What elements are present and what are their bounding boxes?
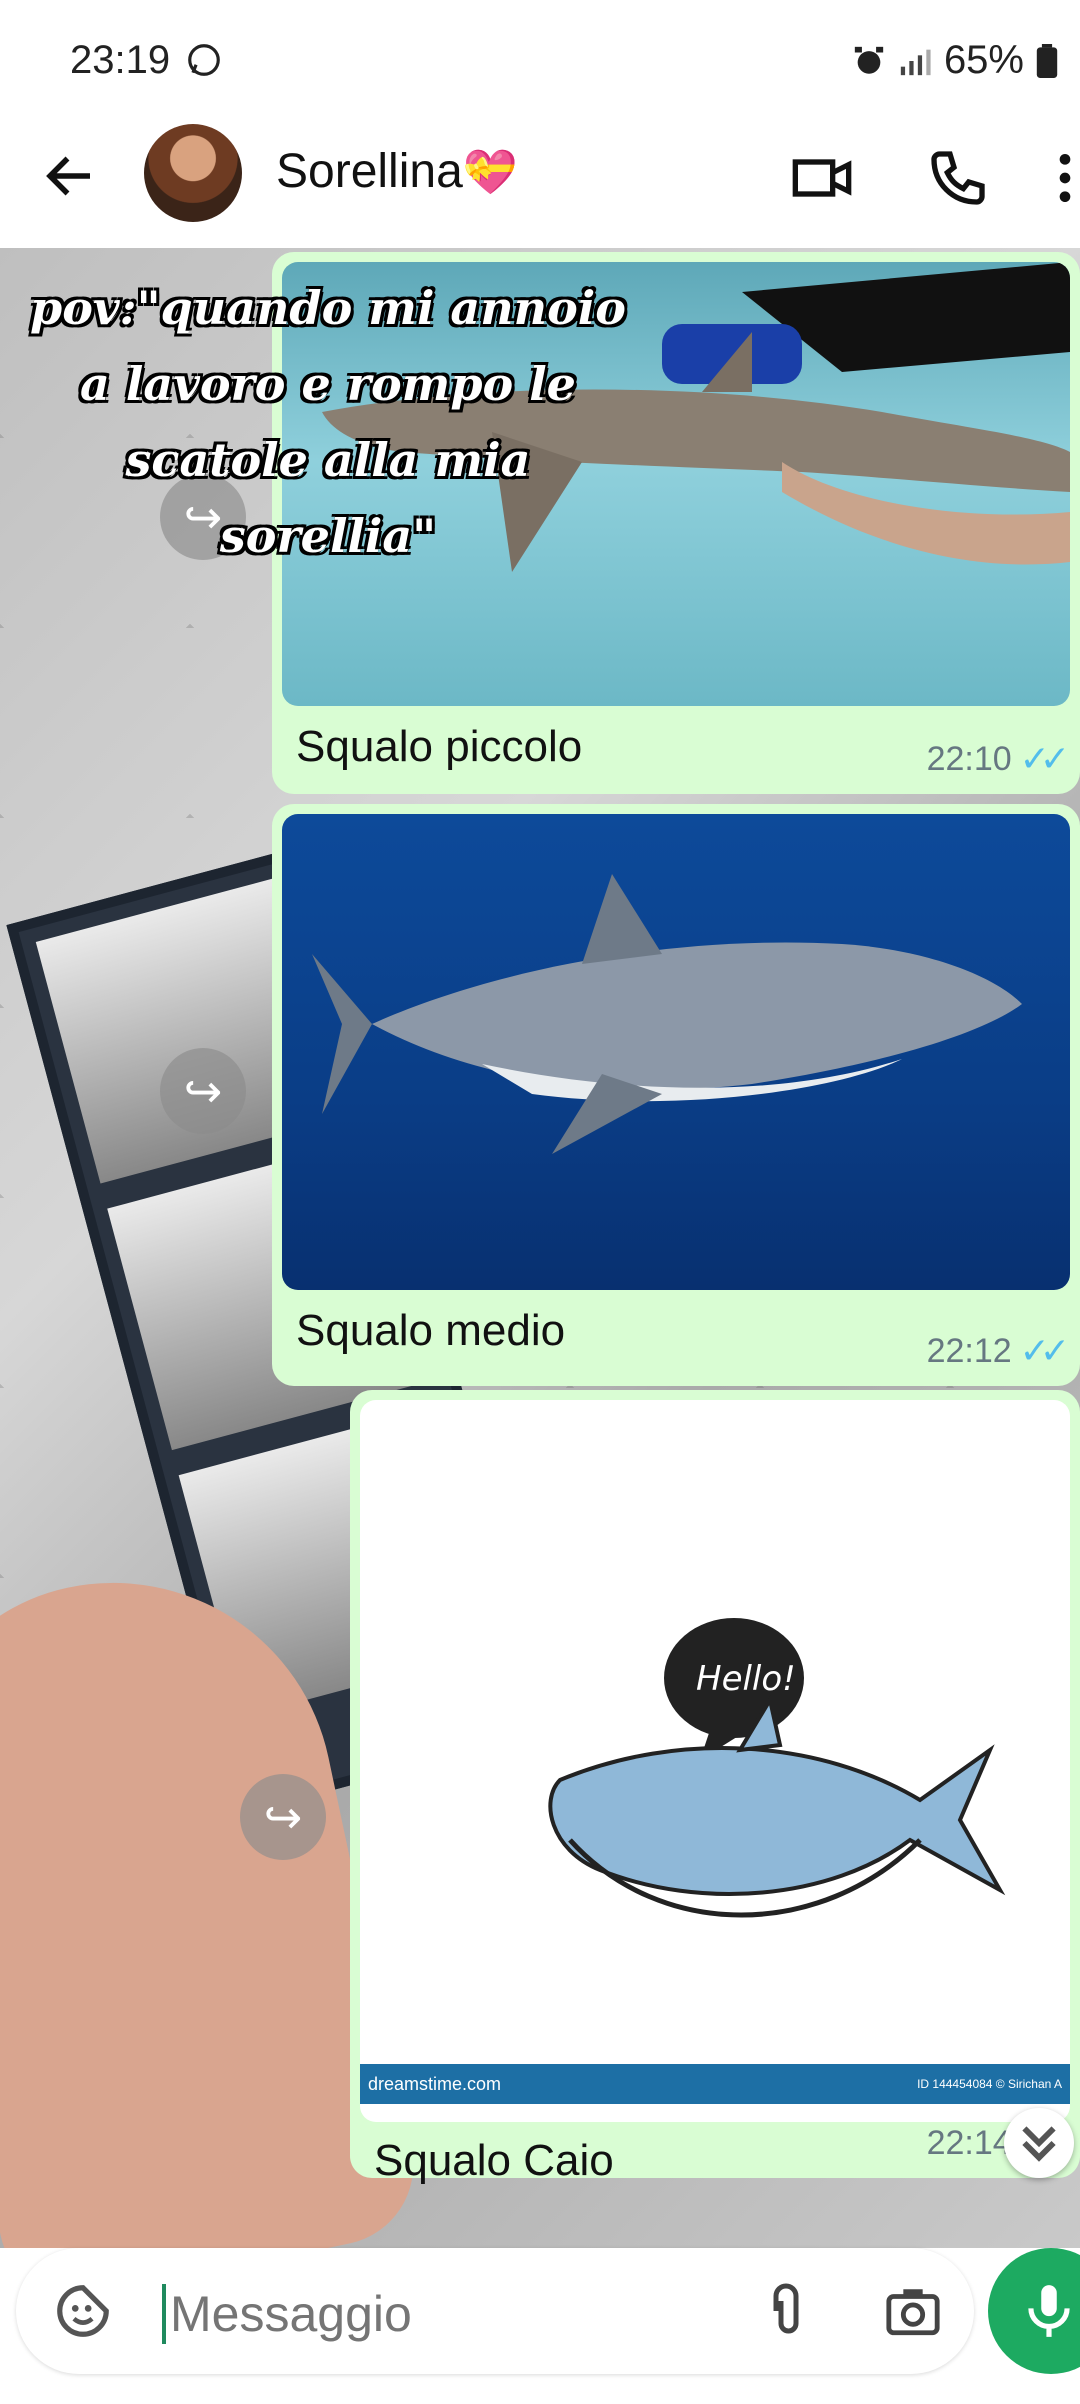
sticker-text: Hello! <box>696 1659 796 1699</box>
read-receipt-icon: ✓✓ <box>1019 738 1070 779</box>
alarm-icon <box>854 46 884 74</box>
signal-icon <box>900 49 931 75</box>
cartoon-shark-image: Hello! <box>548 1618 1006 1918</box>
battery-percent: 65% <box>943 38 1024 82</box>
voice-message-button[interactable] <box>988 2248 1080 2374</box>
paperclip-icon[interactable] <box>756 2280 816 2342</box>
chat-header: Sorellina💝 <box>0 120 1080 248</box>
battery-icon <box>1036 43 1058 78</box>
message-time: 22:10 <box>926 739 1012 778</box>
overlay-caption-text: pov:"quando mi annoio a lavoro e rompo l… <box>30 281 626 563</box>
forward-icon[interactable]: ↪ <box>240 1774 326 1860</box>
message-image[interactable] <box>282 814 1070 1290</box>
message-input-box[interactable] <box>16 2248 974 2374</box>
watermark-id: ID 144454084 © Sirichan A <box>917 2077 1062 2091</box>
watermark-text: dreamstime.com <box>368 2074 502 2094</box>
message-bubble[interactable]: Hello! dreamstime.com ID 144454084 © Sir… <box>350 1390 1080 2185</box>
chat-area[interactable]: ↪ ↪ ↪ Squalo piccolo 22:10 ✓✓ Squalo med… <box>0 248 1080 2248</box>
more-options-icon[interactable] <box>1050 146 1080 210</box>
message-time: 22:14 <box>926 2123 1012 2162</box>
microphone-icon <box>1028 2285 1070 2337</box>
message-input[interactable] <box>162 2284 772 2344</box>
message-image[interactable]: Hello! dreamstime.com ID 144454084 © Sir… <box>360 1400 1070 2122</box>
whatsapp-icon <box>188 44 221 76</box>
heart-emoji: 💝 <box>462 148 518 197</box>
phone-call-icon[interactable] <box>926 146 990 210</box>
contact-name[interactable]: Sorellina💝 <box>276 144 518 199</box>
status-bar: 23:19 65% <box>0 0 1080 120</box>
sticker-emoji-icon[interactable] <box>52 2280 114 2342</box>
forward-icon[interactable]: ↪ <box>160 1048 246 1134</box>
avatar[interactable] <box>144 124 242 222</box>
message-bubble[interactable]: Squalo medio 22:12 ✓✓ <box>272 804 1080 1386</box>
double-chevron-down-icon <box>1022 2126 1056 2162</box>
medium-shark-image <box>312 874 1022 1154</box>
composer-bar <box>0 2248 1080 2404</box>
back-arrow-icon[interactable] <box>40 146 100 206</box>
status-time: 23:19 <box>70 38 171 82</box>
watermark-strip: dreamstime.com ID 144454084 © Sirichan A <box>360 2064 1070 2104</box>
scroll-to-bottom-button[interactable] <box>1004 2108 1074 2178</box>
camera-icon[interactable] <box>882 2282 944 2340</box>
message-time: 22:12 <box>926 1331 1012 1370</box>
read-receipt-icon: ✓✓ <box>1019 1330 1070 1371</box>
video-call-icon[interactable] <box>790 146 854 210</box>
